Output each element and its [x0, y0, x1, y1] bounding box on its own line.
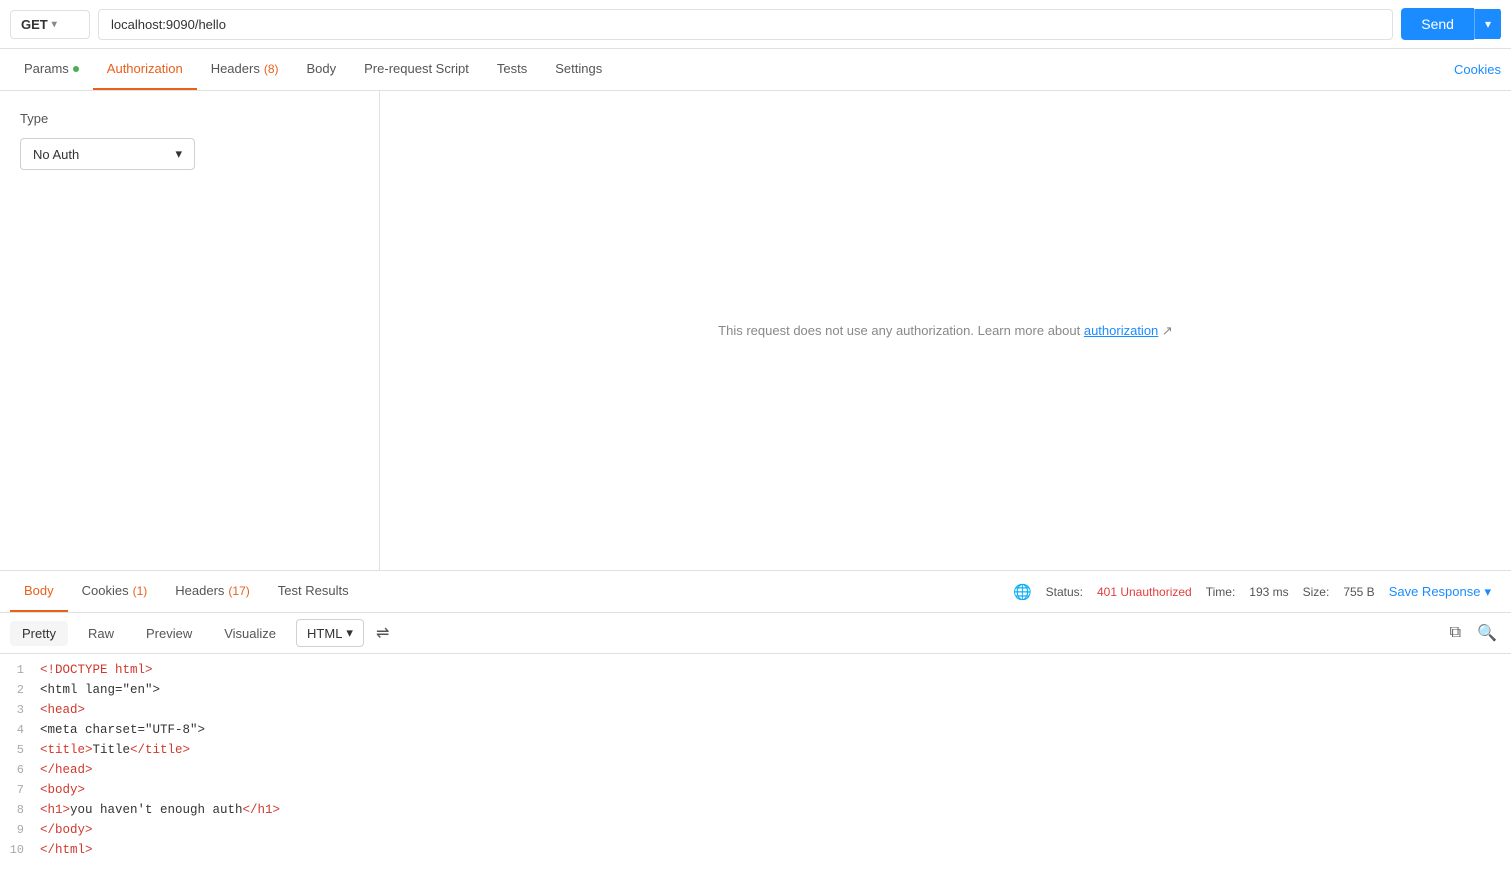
code-line: 8<h1>you haven't enough auth</h1> [0, 802, 1511, 822]
url-input[interactable] [98, 9, 1393, 40]
code-line: 4 <meta charset="UTF-8"> [0, 722, 1511, 742]
line-content: </body> [40, 823, 93, 837]
line-number: 9 [0, 823, 40, 837]
save-response-chevron-icon: ▾ [1484, 584, 1491, 600]
line-content: <body> [40, 783, 85, 797]
code-line: 10</html> [0, 842, 1511, 862]
request-tabs-row: Params Authorization Headers (8) Body Pr… [0, 49, 1511, 91]
code-toolbar: Pretty Raw Preview Visualize HTML ▾ ⇌ ⧉ … [0, 613, 1511, 654]
request-panel: Type No Auth ▾ This request does not use… [0, 91, 1511, 571]
auth-type-chevron-icon: ▾ [175, 146, 182, 162]
line-number: 4 [0, 723, 40, 737]
code-line: 5 <title>Title</title> [0, 742, 1511, 762]
code-line: 2<html lang="en"> [0, 682, 1511, 702]
copy-icon[interactable]: ⧉ [1446, 620, 1465, 646]
code-line: 1<!DOCTYPE html> [0, 662, 1511, 682]
format-tab-preview[interactable]: Preview [134, 621, 204, 646]
auth-type-value: No Auth [33, 147, 79, 162]
main-area: Type No Auth ▾ This request does not use… [0, 91, 1511, 877]
line-content: <head> [40, 703, 85, 717]
format-tab-visualize[interactable]: Visualize [212, 621, 288, 646]
response-tabs-row: Body Cookies (1) Headers (17) Test Resul… [0, 571, 1511, 613]
line-content: <meta charset="UTF-8"> [40, 723, 205, 737]
line-number: 3 [0, 703, 40, 717]
wrap-icon[interactable]: ⇌ [376, 623, 389, 643]
response-tab-testresults[interactable]: Test Results [264, 571, 363, 612]
code-line: 9</body> [0, 822, 1511, 842]
line-number: 6 [0, 763, 40, 777]
cookies-link[interactable]: Cookies [1454, 50, 1501, 89]
auth-left-panel: Type No Auth ▾ [0, 91, 380, 570]
status-value: 401 Unauthorized [1097, 585, 1192, 599]
response-status-area: 🌐 Status: 401 Unauthorized Time: 193 ms … [1003, 583, 1501, 601]
method-label: GET [21, 17, 48, 32]
language-chevron-icon: ▾ [346, 625, 353, 641]
format-tab-raw[interactable]: Raw [76, 621, 126, 646]
send-button[interactable]: Send [1401, 8, 1474, 40]
auth-right-panel: This request does not use any authorizat… [380, 91, 1511, 570]
tab-body[interactable]: Body [293, 49, 351, 90]
line-content: <h1>you haven't enough auth</h1> [40, 803, 280, 817]
time-value: 193 ms [1249, 585, 1288, 599]
response-tab-headers[interactable]: Headers (17) [161, 571, 263, 612]
code-line: 6</head> [0, 762, 1511, 782]
method-select[interactable]: GET ▾ [10, 10, 90, 39]
line-content: </html> [40, 843, 93, 857]
response-panel: Body Cookies (1) Headers (17) Test Resul… [0, 571, 1511, 877]
line-number: 5 [0, 743, 40, 757]
line-content: <html lang="en"> [40, 683, 160, 697]
params-dot [73, 66, 79, 72]
auth-learn-more-link[interactable]: authorization [1084, 323, 1158, 338]
auth-info-text: This request does not use any authorizat… [718, 323, 1173, 339]
code-line: 3<head> [0, 702, 1511, 722]
tab-authorization[interactable]: Authorization [93, 49, 197, 90]
response-headers-badge: (17) [228, 584, 249, 598]
send-chevron-button[interactable]: ▾ [1474, 9, 1501, 39]
globe-icon: 🌐 [1013, 583, 1032, 601]
line-number: 7 [0, 783, 40, 797]
tab-tests[interactable]: Tests [483, 49, 541, 90]
line-number: 1 [0, 663, 40, 677]
type-label: Type [20, 111, 359, 126]
response-tab-cookies[interactable]: Cookies (1) [68, 571, 162, 612]
tab-params[interactable]: Params [10, 49, 93, 90]
line-number: 8 [0, 803, 40, 817]
code-area: 1<!DOCTYPE html>2<html lang="en">3<head>… [0, 654, 1511, 877]
tab-prerequest[interactable]: Pre-request Script [350, 49, 483, 90]
response-tab-body[interactable]: Body [10, 571, 68, 612]
code-line: 7<body> [0, 782, 1511, 802]
auth-type-select[interactable]: No Auth ▾ [20, 138, 195, 170]
language-value: HTML [307, 626, 342, 641]
send-button-wrapper: Send ▾ [1401, 8, 1501, 40]
tab-headers[interactable]: Headers (8) [197, 49, 293, 90]
line-number: 2 [0, 683, 40, 697]
url-bar: GET ▾ Send ▾ [0, 0, 1511, 49]
format-tab-pretty[interactable]: Pretty [10, 621, 68, 646]
cookies-badge: (1) [133, 584, 148, 598]
line-number: 10 [0, 843, 40, 857]
save-response-button[interactable]: Save Response ▾ [1389, 584, 1491, 600]
method-chevron-icon: ▾ [52, 19, 57, 30]
line-content: <!DOCTYPE html> [40, 663, 153, 677]
line-content: </head> [40, 763, 93, 777]
size-value: 755 B [1343, 585, 1374, 599]
search-code-icon[interactable]: 🔍 [1473, 619, 1501, 647]
headers-badge: (8) [264, 62, 279, 76]
language-select[interactable]: HTML ▾ [296, 619, 364, 647]
line-content: <title>Title</title> [40, 743, 190, 757]
tab-settings[interactable]: Settings [541, 49, 616, 90]
